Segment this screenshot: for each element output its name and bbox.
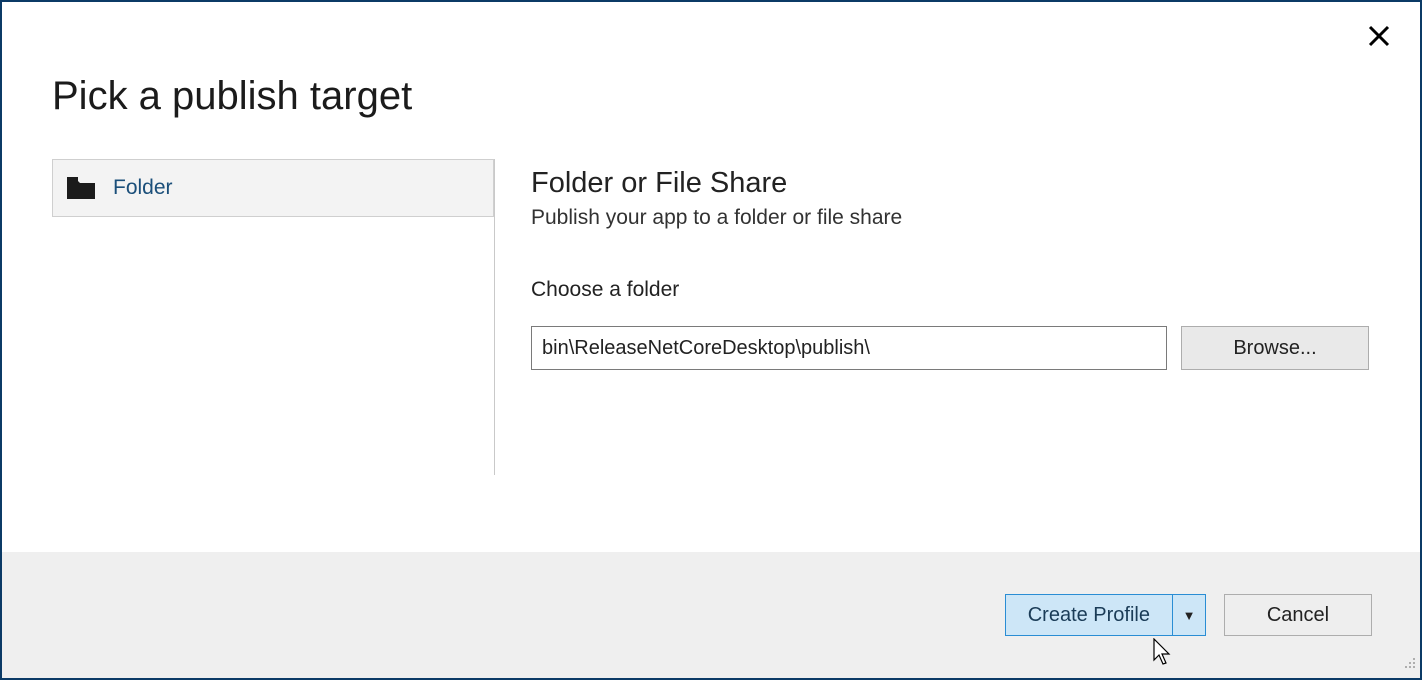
dialog-footer: Create Profile ▼ Cancel: [2, 552, 1420, 678]
details-subheading: Publish your app to a folder or file sha…: [531, 206, 1370, 230]
dialog-title: Pick a publish target: [52, 74, 1370, 119]
create-profile-button[interactable]: Create Profile: [1005, 594, 1172, 636]
publish-target-dialog: Pick a publish target Folder Folder or F…: [0, 0, 1422, 680]
browse-button[interactable]: Browse...: [1181, 326, 1369, 370]
folder-icon: [67, 177, 95, 199]
target-item-folder[interactable]: Folder: [52, 159, 494, 217]
target-item-label: Folder: [113, 176, 173, 200]
folder-field-label: Choose a folder: [531, 278, 1370, 302]
details-heading: Folder or File Share: [531, 167, 1370, 200]
vertical-divider: [494, 159, 495, 475]
create-profile-dropdown-toggle[interactable]: ▼: [1172, 594, 1206, 636]
target-list: Folder: [52, 159, 494, 475]
target-details: Folder or File Share Publish your app to…: [531, 159, 1370, 475]
close-button[interactable]: [1368, 24, 1390, 52]
close-icon: [1368, 22, 1390, 53]
create-profile-split-button: Create Profile ▼: [1005, 594, 1206, 636]
folder-path-input[interactable]: [531, 326, 1167, 370]
chevron-down-icon: ▼: [1183, 608, 1196, 623]
cancel-button[interactable]: Cancel: [1224, 594, 1372, 636]
